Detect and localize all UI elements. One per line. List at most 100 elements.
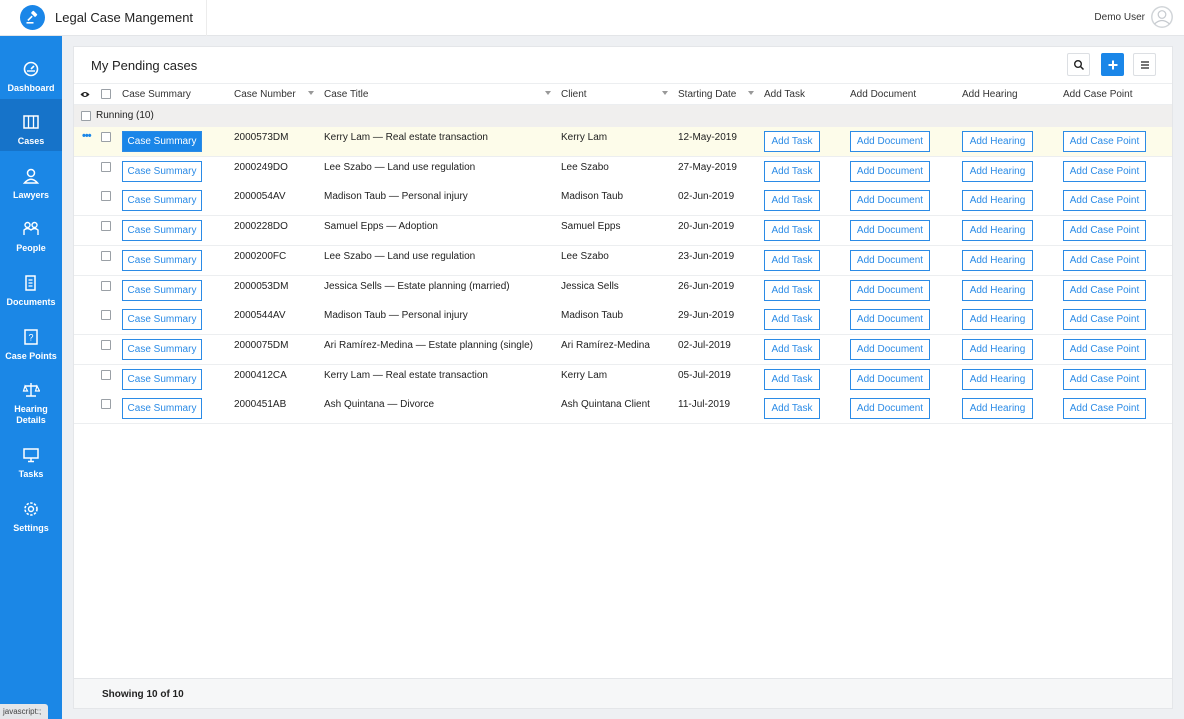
case-summary-button[interactable]: Case Summary <box>122 368 202 390</box>
table-row[interactable]: ••• Case Summary 2000573DM Kerry Lam — Real… <box>74 127 1172 157</box>
table-row[interactable]: Case Summary 2000054AV Madison Taub — Pers… <box>74 186 1172 217</box>
add-case-point-button[interactable]: Add Case Point <box>1063 131 1146 152</box>
case-summary-button[interactable]: Case Summary <box>122 338 202 360</box>
add-task-button[interactable]: Add Task <box>764 398 820 420</box>
add-document-button[interactable]: Add Document <box>850 309 930 331</box>
sidebar-item-lawyers[interactable]: Lawyers <box>0 153 62 205</box>
add-task-button[interactable]: Add Task <box>764 249 820 271</box>
add-hearing-button[interactable]: Add Hearing <box>962 309 1033 331</box>
sidebar-item-people[interactable]: People <box>0 206 62 258</box>
group-row-running[interactable]: Running (10) <box>74 105 1172 127</box>
add-hearing-button[interactable]: Add Hearing <box>962 338 1033 360</box>
add-document-button[interactable]: Add Document <box>850 368 930 390</box>
table-row[interactable]: Case Summary 2000451AB Ash Quintana — Divo… <box>74 394 1172 425</box>
column-header-client[interactable]: Client <box>561 89 587 100</box>
sidebar-item-hearing-details[interactable]: Hearing Details <box>0 367 62 425</box>
add-case-point-button[interactable]: Add Case Point <box>1063 220 1146 242</box>
column-header-case-summary[interactable]: Case Summary <box>122 89 191 100</box>
add-task-button[interactable]: Add Task <box>764 338 820 360</box>
sidebar-item-case-points[interactable]: ? Case Points <box>0 314 62 366</box>
select-all-checkbox[interactable] <box>101 89 111 99</box>
add-document-button[interactable]: Add Document <box>850 338 930 360</box>
case-summary-button[interactable]: Case Summary <box>122 131 202 152</box>
case-summary-button[interactable]: Case Summary <box>122 249 202 271</box>
add-hearing-button[interactable]: Add Hearing <box>962 190 1033 212</box>
add-case-point-button[interactable]: Add Case Point <box>1063 190 1146 212</box>
column-header-add-document[interactable]: Add Document <box>850 89 916 100</box>
sidebar-item-tasks[interactable]: Tasks <box>0 432 62 484</box>
case-summary-button[interactable]: Case Summary <box>122 398 202 420</box>
sort-arrow-icon[interactable] <box>308 91 314 95</box>
add-document-button[interactable]: Add Document <box>850 249 930 271</box>
table-row[interactable]: Case Summary 2000200FC Lee Szabo — Land us… <box>74 245 1172 276</box>
group-checkbox[interactable] <box>81 111 91 121</box>
add-document-button[interactable]: Add Document <box>850 220 930 242</box>
column-header-starting-date[interactable]: Starting Date <box>678 89 736 100</box>
case-summary-button[interactable]: Case Summary <box>122 160 202 182</box>
eye-icon[interactable] <box>80 90 90 99</box>
add-case-point-button[interactable]: Add Case Point <box>1063 309 1146 331</box>
add-document-button[interactable]: Add Document <box>850 190 930 212</box>
add-hearing-button[interactable]: Add Hearing <box>962 160 1033 182</box>
column-header-add-hearing[interactable]: Add Hearing <box>962 89 1018 100</box>
add-hearing-button[interactable]: Add Hearing <box>962 279 1033 301</box>
table-row[interactable]: Case Summary 2000249DO Lee Szabo — Land us… <box>74 156 1172 187</box>
menu-button[interactable] <box>1133 53 1156 76</box>
gavel-logo-icon[interactable] <box>20 5 45 30</box>
row-checkbox[interactable] <box>101 191 111 202</box>
add-case-point-button[interactable]: Add Case Point <box>1063 249 1146 271</box>
case-summary-button[interactable]: Case Summary <box>122 279 202 301</box>
add-hearing-button[interactable]: Add Hearing <box>962 398 1033 420</box>
case-summary-button[interactable]: Case Summary <box>122 220 202 242</box>
row-checkbox[interactable] <box>101 369 111 380</box>
add-case-button[interactable] <box>1101 53 1124 76</box>
add-document-button[interactable]: Add Document <box>850 279 930 301</box>
case-summary-button[interactable]: Case Summary <box>122 190 202 212</box>
add-document-button[interactable]: Add Document <box>850 131 930 152</box>
user-name[interactable]: Demo User <box>1094 12 1145 23</box>
add-hearing-button[interactable]: Add Hearing <box>962 220 1033 242</box>
row-checkbox[interactable] <box>101 280 111 291</box>
column-header-case-number[interactable]: Case Number <box>234 89 296 100</box>
add-task-button[interactable]: Add Task <box>764 279 820 301</box>
table-row[interactable]: Case Summary 2000053DM Jessica Sells — Est… <box>74 275 1172 306</box>
add-hearing-button[interactable]: Add Hearing <box>962 131 1033 152</box>
row-checkbox[interactable] <box>101 132 111 142</box>
sort-arrow-icon[interactable] <box>545 91 551 95</box>
table-row[interactable]: Case Summary 2000412CA Kerry Lam — Real es… <box>74 364 1172 395</box>
case-summary-button[interactable]: Case Summary <box>122 309 202 331</box>
add-case-point-button[interactable]: Add Case Point <box>1063 160 1146 182</box>
add-hearing-button[interactable]: Add Hearing <box>962 368 1033 390</box>
add-task-button[interactable]: Add Task <box>764 131 820 152</box>
add-case-point-button[interactable]: Add Case Point <box>1063 368 1146 390</box>
table-row[interactable]: Case Summary 2000544AV Madison Taub — Pers… <box>74 305 1172 336</box>
sidebar-item-cases[interactable]: Cases <box>0 99 62 151</box>
sort-arrow-icon[interactable] <box>748 91 754 95</box>
row-checkbox[interactable] <box>101 339 111 350</box>
table-row[interactable]: Case Summary 2000075DM Ari Ramírez-Medina … <box>74 334 1172 365</box>
add-document-button[interactable]: Add Document <box>850 160 930 182</box>
column-header-add-case-point[interactable]: Add Case Point <box>1063 89 1133 100</box>
add-task-button[interactable]: Add Task <box>764 309 820 331</box>
add-task-button[interactable]: Add Task <box>764 368 820 390</box>
row-checkbox[interactable] <box>101 221 111 232</box>
row-actions-icon[interactable]: ••• <box>82 130 92 142</box>
search-button[interactable] <box>1067 53 1090 76</box>
add-case-point-button[interactable]: Add Case Point <box>1063 338 1146 360</box>
column-header-add-task[interactable]: Add Task <box>764 89 805 100</box>
add-task-button[interactable]: Add Task <box>764 160 820 182</box>
row-checkbox[interactable] <box>101 310 111 321</box>
sort-arrow-icon[interactable] <box>662 91 668 95</box>
add-case-point-button[interactable]: Add Case Point <box>1063 279 1146 301</box>
add-task-button[interactable]: Add Task <box>764 220 820 242</box>
add-document-button[interactable]: Add Document <box>850 398 930 420</box>
sidebar-item-settings[interactable]: Settings <box>0 486 62 538</box>
add-case-point-button[interactable]: Add Case Point <box>1063 398 1146 420</box>
avatar[interactable] <box>1151 6 1173 28</box>
column-header-case-title[interactable]: Case Title <box>324 89 368 100</box>
sidebar-item-documents[interactable]: Documents <box>0 260 62 312</box>
row-checkbox[interactable] <box>101 161 111 172</box>
add-task-button[interactable]: Add Task <box>764 190 820 212</box>
sidebar-item-dashboard[interactable]: Dashboard <box>0 46 62 98</box>
add-hearing-button[interactable]: Add Hearing <box>962 249 1033 271</box>
